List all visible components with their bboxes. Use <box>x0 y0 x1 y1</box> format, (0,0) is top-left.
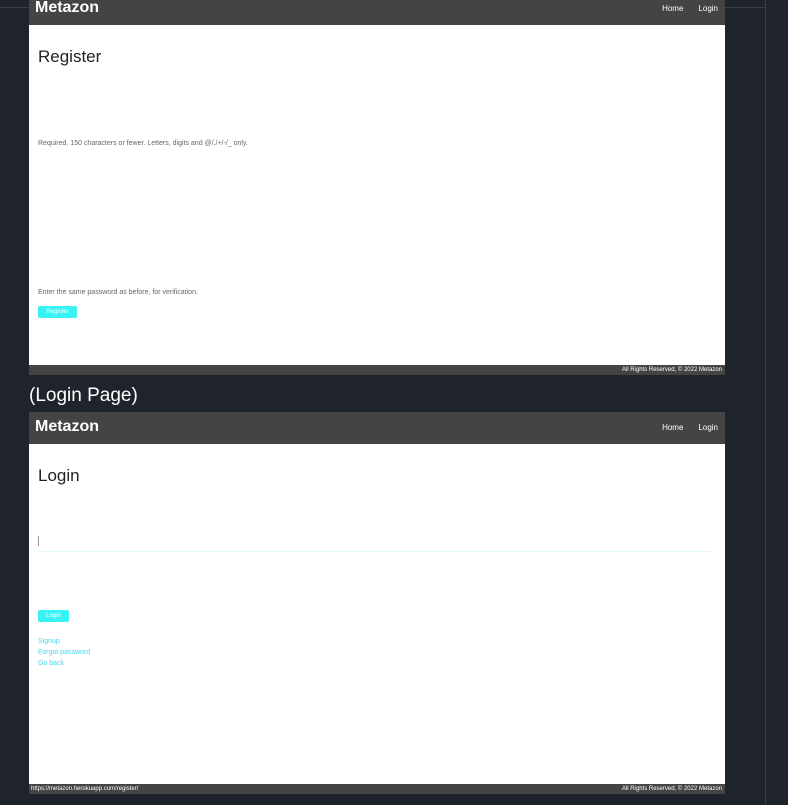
signup-link[interactable]: Signup <box>38 638 60 645</box>
nav-login-link[interactable]: Login <box>698 423 718 432</box>
nav-login-link[interactable]: Login <box>698 4 718 13</box>
login-page-frame: Metazon Home Login Login Login Signup Fo… <box>29 412 725 794</box>
forgot-password-link[interactable]: Forgot password <box>38 649 90 656</box>
footer: https://metazon.herokuapp.com/register/ … <box>29 784 725 794</box>
nav-home-link[interactable]: Home <box>662 423 683 432</box>
page-title: Register <box>38 47 102 66</box>
navbar: Metazon Home Login <box>29 412 725 444</box>
password-help-text: Enter the same password as before, for v… <box>38 289 198 296</box>
footer: All Rights Reserved, © 2022 Metazon <box>29 365 725 375</box>
login-button[interactable]: Login <box>38 610 69 622</box>
footer-copyright: All Rights Reserved, © 2022 Metazon <box>621 367 722 373</box>
username-help-text: Required. 150 characters or fewer. Lette… <box>38 140 248 147</box>
page-title: Login <box>38 466 80 485</box>
status-bar-url: https://metazon.herokuapp.com/register/ <box>31 786 139 792</box>
footer-copyright: All Rights Reserved, © 2022 Metazon <box>621 786 722 792</box>
text-caret <box>38 536 39 546</box>
register-page-frame: Metazon Home Login Register Required. 15… <box>29 0 725 375</box>
nav-links: Home Login <box>662 423 718 432</box>
brand-logo[interactable]: Metazon <box>35 0 99 17</box>
section-label: (Login Page) <box>29 385 138 406</box>
login-input[interactable] <box>38 537 712 552</box>
register-button[interactable]: Register <box>38 306 77 318</box>
brand-logo[interactable]: Metazon <box>35 418 99 436</box>
nav-home-link[interactable]: Home <box>662 4 683 13</box>
go-back-link[interactable]: Go back <box>38 660 64 667</box>
nav-links: Home Login <box>662 4 718 13</box>
vertical-divider <box>765 0 766 805</box>
navbar: Metazon Home Login <box>29 0 725 25</box>
